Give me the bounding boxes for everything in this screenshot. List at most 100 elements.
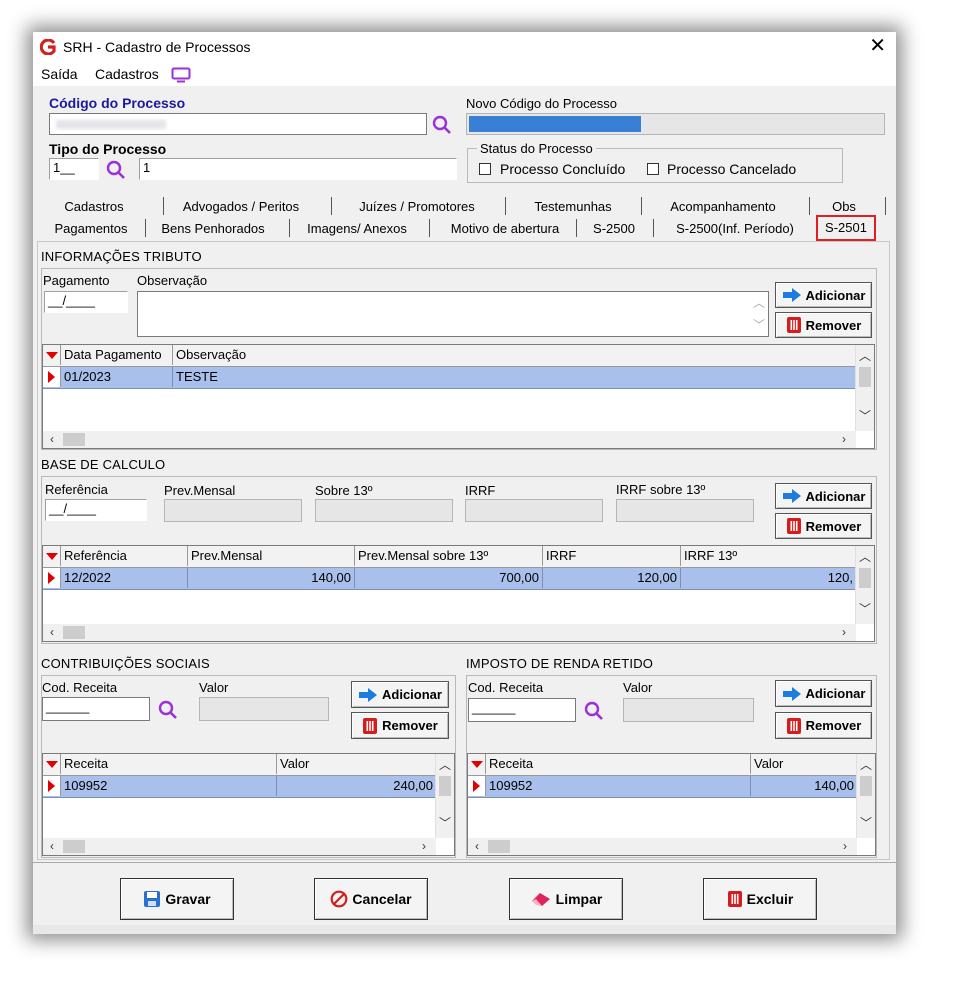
observacao-textarea[interactable]: ︿ ﹀ (137, 291, 769, 337)
scroll-down-icon[interactable]: ﹀ (856, 600, 874, 617)
search-icon[interactable] (105, 159, 127, 181)
referencia-input[interactable]: __/____ (45, 499, 147, 521)
col-valor[interactable]: Valor (277, 754, 436, 774)
base-vscroll[interactable]: ︿ ﹀ (855, 546, 874, 624)
scroll-down-icon[interactable]: ﹀ (750, 316, 768, 333)
contrib-adicionar-button[interactable]: Adicionar (351, 681, 449, 708)
limpar-button[interactable]: Limpar (509, 878, 623, 920)
col-receita[interactable]: Receita (486, 754, 751, 774)
observacao-scrollbar[interactable]: ︿ ﹀ (750, 292, 768, 336)
tab-cadastros[interactable]: Cadastros (57, 199, 131, 214)
tributo-grid[interactable]: Data Pagamento Observação 01/2023 TESTE … (42, 344, 875, 449)
contrib-hscroll[interactable]: ‹ › (43, 838, 436, 855)
scroll-left-icon[interactable]: ‹ (43, 625, 61, 639)
main-window: SRH - Cadastro de Processos ✕ Saída Cada… (33, 32, 896, 934)
tributo-remover-button[interactable]: Remover (775, 312, 872, 338)
irrf-label: IRRF (465, 483, 496, 498)
tipo-processo-input[interactable]: 1__ (49, 158, 99, 180)
pagamento-input[interactable]: __/____ (44, 291, 128, 313)
scroll-right-icon[interactable]: › (835, 432, 853, 446)
tab-acompanhamento[interactable]: Acompanhamento (653, 199, 793, 214)
cancelar-button[interactable]: Cancelar (314, 878, 428, 920)
search-icon[interactable] (157, 699, 179, 721)
tab-obs[interactable]: Obs (821, 199, 867, 214)
irrf-cod-input[interactable]: ______ (468, 698, 576, 722)
base-hscroll[interactable]: ‹ › (43, 624, 856, 641)
processo-concluido-checkbox[interactable] (479, 163, 491, 175)
col-prev-mensal-13[interactable]: Prev.Mensal sobre 13º (355, 546, 543, 566)
grid-header: Receita Valor (43, 754, 436, 776)
table-row[interactable]: 01/2023 TESTE (43, 367, 856, 389)
contrib-vscroll[interactable]: ︿ ﹀ (435, 754, 454, 838)
tab-motivo-abertura[interactable]: Motivo de abertura (437, 221, 573, 236)
scroll-right-icon[interactable]: › (835, 625, 853, 639)
tab-juizes[interactable]: Juízes / Promotores (341, 199, 493, 214)
scroll-up-icon[interactable]: ︿ (856, 548, 874, 565)
contrib-grid[interactable]: Receita Valor 109952 240,00 ︿ ﹀ ‹ › (42, 753, 455, 856)
contrib-remover-button[interactable]: Remover (351, 712, 449, 739)
trash-icon (786, 717, 801, 734)
scroll-up-icon[interactable]: ︿ (750, 294, 768, 311)
col-data-pagamento[interactable]: Data Pagamento (61, 345, 173, 365)
processo-cancelado-checkbox[interactable] (647, 163, 659, 175)
close-icon[interactable]: ✕ (869, 35, 886, 57)
irrf-hscroll[interactable]: ‹ › (468, 838, 857, 855)
menu-cadastros[interactable]: Cadastros (95, 66, 159, 82)
table-row[interactable]: 12/2022 140,00 700,00 120,00 120, (43, 568, 856, 590)
irrf-adicionar-button[interactable]: Adicionar (775, 680, 872, 707)
base-adicionar-button[interactable]: Adicionar (775, 483, 872, 509)
scroll-right-icon[interactable]: › (415, 839, 433, 853)
col-referencia[interactable]: Referência (61, 546, 188, 566)
codigo-processo-input[interactable] (49, 113, 427, 135)
trash-icon (786, 518, 801, 534)
tab-bens-penhorados[interactable]: Bens Penhorados (151, 221, 275, 236)
col-valor[interactable]: Valor (751, 754, 857, 774)
tributo-vscroll[interactable]: ︿ ﹀ (855, 345, 874, 431)
contrib-cod-input[interactable]: ______ (42, 697, 150, 721)
menu-bar: Saída Cadastros (33, 62, 896, 86)
tab-advogados[interactable]: Advogados / Peritos (169, 199, 313, 214)
scroll-left-icon[interactable]: ‹ (43, 432, 61, 446)
scroll-up-icon[interactable]: ︿ (856, 347, 874, 364)
table-row[interactable]: 109952 140,00 (468, 776, 857, 798)
scroll-down-icon[interactable]: ﹀ (857, 814, 875, 831)
col-receita[interactable]: Receita (61, 754, 277, 774)
base-grid[interactable]: Referência Prev.Mensal Prev.Mensal sobre… (42, 545, 875, 642)
base-remover-button[interactable]: Remover (775, 513, 872, 539)
search-icon[interactable] (431, 114, 453, 136)
col-prev-mensal[interactable]: Prev.Mensal (188, 546, 355, 566)
scroll-left-icon[interactable]: ‹ (43, 839, 61, 853)
table-row[interactable]: 109952 240,00 (43, 776, 436, 798)
tab-s2500[interactable]: S-2500 (583, 221, 645, 236)
irrf-vscroll[interactable]: ︿ ﹀ (856, 754, 875, 838)
col-irrf[interactable]: IRRF (543, 546, 681, 566)
tab-s2501-label: S-2501 (825, 220, 867, 235)
scroll-down-icon[interactable]: ﹀ (436, 814, 454, 831)
tab-s2501-selected[interactable]: S-2501 (816, 215, 876, 241)
col-irrf-13[interactable]: IRRF 13º (681, 546, 856, 566)
contrib-title: CONTRIBUIÇÕES SOCIAIS (41, 656, 210, 671)
menu-saida[interactable]: Saída (41, 66, 78, 82)
tributo-hscroll[interactable]: ‹ › (43, 431, 856, 448)
tab-pagamentos[interactable]: Pagamentos (47, 221, 135, 236)
excluir-button[interactable]: Excluir (703, 878, 817, 920)
tributo-adicionar-button[interactable]: Adicionar (775, 282, 872, 308)
novo-codigo-fill (469, 116, 641, 132)
monitor-icon[interactable] (171, 67, 191, 83)
irrf-valor-input (623, 698, 754, 722)
gravar-button[interactable]: Gravar (120, 878, 234, 920)
irrf-grid[interactable]: Receita Valor 109952 140,00 ︿ ﹀ ‹ › (467, 753, 876, 856)
scroll-down-icon[interactable]: ﹀ (856, 407, 874, 424)
scroll-left-icon[interactable]: ‹ (468, 839, 486, 853)
scroll-up-icon[interactable]: ︿ (436, 756, 454, 773)
status-bar (33, 925, 896, 934)
search-icon[interactable] (583, 700, 605, 722)
irrf-remover-button[interactable]: Remover (775, 712, 872, 739)
col-observacao[interactable]: Observação (173, 345, 856, 365)
scroll-up-icon[interactable]: ︿ (857, 756, 875, 773)
scroll-right-icon[interactable]: › (836, 839, 854, 853)
tab-s2500-inf-periodo[interactable]: S-2500(Inf. Período) (661, 221, 809, 236)
tab-imagens-anexos[interactable]: Imagens/ Anexos (295, 221, 419, 236)
tab-testemunhas[interactable]: Testemunhas (513, 199, 633, 214)
grid-indicator-header (43, 345, 61, 365)
